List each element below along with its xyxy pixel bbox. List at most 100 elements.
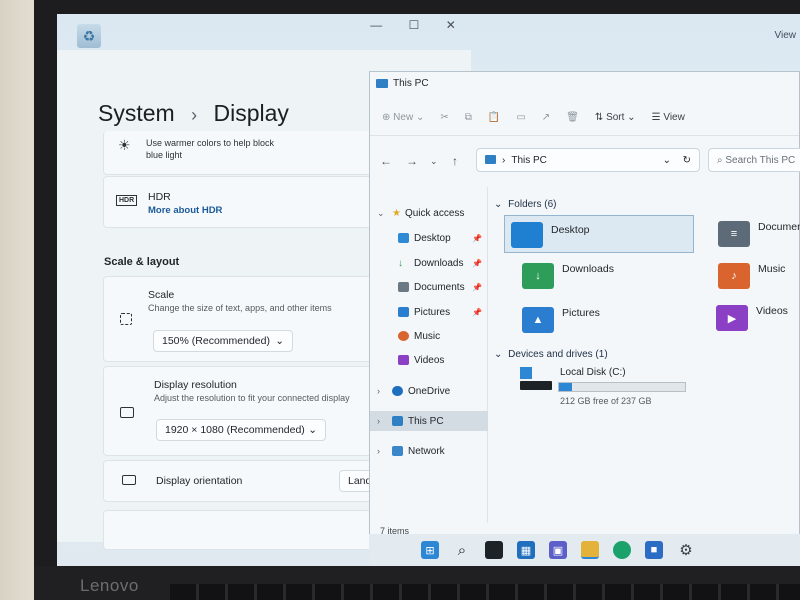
start-icon[interactable]: ⊞ — [421, 541, 439, 559]
search-input[interactable]: ⌕ Search This PC — [708, 148, 800, 172]
nav-pictures[interactable]: Pictures 📌 — [370, 302, 488, 322]
content-pane: ⌄ Folders (6) Desktop ≡ Documen ↓ Downlo… — [490, 187, 800, 527]
folder-downloads-label: Downloads — [562, 263, 614, 275]
forward-icon[interactable]: → — [406, 154, 418, 168]
scale-dropdown[interactable]: 150% (Recommended) ⌄ — [153, 330, 293, 352]
view-button[interactable]: ☰ View — [652, 112, 685, 123]
folders-group-header[interactable]: ⌄ Folders (6) — [494, 199, 557, 210]
drive-icon — [520, 381, 552, 390]
edge-icon[interactable] — [613, 541, 631, 559]
nav-music-label: Music — [414, 330, 441, 342]
file-explorer-icon[interactable] — [581, 541, 599, 559]
widgets-icon[interactable]: ▦ — [517, 541, 535, 559]
nav-desktop[interactable]: Desktop 📌 — [370, 228, 488, 248]
orientation-title: Display orientation — [156, 475, 243, 487]
scale-desc: Change the size of text, apps, and other… — [148, 303, 332, 313]
breadcrumb-system[interactable]: System — [98, 100, 175, 126]
search-icon[interactable]: ⌕ — [453, 541, 471, 559]
taskbar: ⊞ ⌕ ▦ ▣ ■ ⚙ — [369, 534, 800, 566]
rename-icon[interactable]: ▭ — [516, 112, 525, 123]
pin-icon: 📌 — [472, 233, 482, 243]
address-text: This PC — [511, 155, 547, 166]
store-icon[interactable]: ■ — [645, 541, 663, 559]
breadcrumb: System › Display — [98, 100, 289, 127]
nav-quick-access-label: Quick access — [404, 207, 465, 219]
delete-icon[interactable]: 🗑 — [566, 112, 579, 123]
folder-documents[interactable]: ≡ Documen — [718, 221, 800, 259]
resolution-card[interactable]: Display resolution Adjust the resolution… — [103, 366, 383, 456]
copy-icon[interactable]: ⧉ — [465, 112, 472, 123]
nav-downloads[interactable]: ↓ Downloads 📌 — [370, 253, 488, 273]
sort-button[interactable]: ⇅ Sort ⌄ — [595, 112, 636, 123]
nav-network[interactable]: › Network — [370, 441, 488, 461]
chevron-down-icon: ⌄ — [494, 199, 503, 210]
folder-pictures[interactable]: ▲ Pictures — [522, 307, 712, 345]
scale-value: 150% (Recommended) — [162, 335, 270, 347]
network-icon — [392, 446, 403, 456]
desktop-corner-label: View — [774, 30, 797, 41]
resolution-dropdown[interactable]: 1920 × 1080 (Recommended) ⌄ — [156, 419, 326, 441]
this-pc-icon — [485, 155, 496, 164]
scale-icon — [120, 313, 132, 325]
night-light-card[interactable]: ☀ Use warmer colors to help block blue l… — [103, 131, 383, 175]
next-setting-card[interactable] — [103, 510, 383, 550]
drive-usage-fill — [559, 383, 573, 391]
nav-documents[interactable]: Documents 📌 — [370, 277, 488, 297]
explorer-titlebar: This PC — [376, 78, 429, 89]
resolution-value: 1920 × 1080 (Recommended) — [165, 424, 305, 436]
chevron-right-icon: › — [377, 416, 380, 426]
documents-icon — [398, 282, 409, 292]
folder-downloads[interactable]: ↓ Downloads — [522, 263, 712, 301]
folder-music[interactable]: ♪ Music — [718, 263, 800, 301]
new-button[interactable]: ⊕ New ⌄ — [382, 112, 424, 123]
desktop-icon — [398, 233, 409, 243]
nav-videos-label: Videos — [414, 354, 445, 366]
folder-documents-icon: ≡ — [718, 221, 750, 247]
drive-c[interactable]: Local Disk (C:) 212 GB free of 237 GB — [520, 365, 760, 411]
settings-gear-icon[interactable]: ⚙ — [677, 541, 695, 559]
nav-onedrive[interactable]: › OneDrive — [370, 381, 488, 401]
folder-pictures-icon: ▲ — [522, 307, 554, 333]
chat-icon[interactable]: ▣ — [549, 541, 567, 559]
screen: ♻ View — ☐ ✕ System › Display ☀ Use warm… — [57, 14, 800, 566]
chevron-right-icon: › — [377, 386, 380, 396]
recycle-bin-icon[interactable]: ♻ — [77, 24, 101, 48]
nav-music[interactable]: Music — [370, 326, 488, 346]
drive-usage-bar — [558, 382, 686, 392]
maximize-icon[interactable]: ☐ — [409, 18, 420, 32]
nav-pictures-label: Pictures — [414, 306, 451, 318]
hdr-link[interactable]: More about HDR — [148, 205, 222, 216]
hdr-title: HDR — [148, 191, 171, 203]
night-light-desc: Use warmer colors to help block blue lig… — [146, 138, 275, 160]
folder-desktop[interactable]: Desktop — [504, 215, 694, 253]
chevron-down-icon[interactable]: ⌄ — [663, 155, 671, 166]
back-icon[interactable]: ← — [380, 154, 392, 168]
address-bar[interactable]: › This PC ⌄ ↻ — [476, 148, 700, 172]
cut-icon[interactable]: ✂ — [440, 112, 448, 123]
chevron-down-icon: ⌄ — [275, 335, 284, 347]
nav-videos[interactable]: Videos — [370, 350, 488, 370]
chevron-down-icon: ⌄ — [494, 349, 503, 360]
refresh-icon[interactable]: ↻ — [683, 155, 691, 166]
download-icon: ↓ — [398, 258, 403, 269]
file-explorer-window: This PC ⊕ New ⌄ ✂ ⧉ 📋 ▭ ↗ 🗑 ⇅ Sort ⌄ ☰ V… — [369, 71, 800, 553]
share-icon[interactable]: ↗ — [542, 112, 550, 123]
explorer-toolbar: ⊕ New ⌄ ✂ ⧉ 📋 ▭ ↗ 🗑 ⇅ Sort ⌄ ☰ View — [370, 100, 799, 136]
nav-network-label: Network — [408, 445, 445, 457]
nav-this-pc[interactable]: › This PC — [370, 411, 488, 431]
up-icon[interactable]: ↑ — [452, 154, 458, 168]
view-label: View — [663, 112, 685, 123]
folder-videos[interactable]: ▶ Videos — [716, 305, 800, 343]
paste-icon[interactable]: 📋 — [488, 112, 500, 123]
task-view-icon[interactable] — [485, 541, 503, 559]
folder-desktop-label: Desktop — [551, 224, 590, 236]
folders-header-label: Folders (6) — [508, 199, 557, 210]
address-sep-icon: › — [502, 155, 506, 166]
recent-chevron-icon[interactable]: ⌄ — [430, 156, 438, 167]
hdr-card[interactable]: HDR HDR More about HDR — [103, 176, 383, 228]
close-icon[interactable]: ✕ — [446, 18, 456, 32]
resolution-desc: Adjust the resolution to fit your connec… — [154, 393, 350, 403]
nav-quick-access[interactable]: ⌄ ★ Quick access — [370, 203, 488, 223]
devices-group-header[interactable]: ⌄ Devices and drives (1) — [494, 349, 608, 360]
minimize-icon[interactable]: — — [370, 18, 382, 32]
